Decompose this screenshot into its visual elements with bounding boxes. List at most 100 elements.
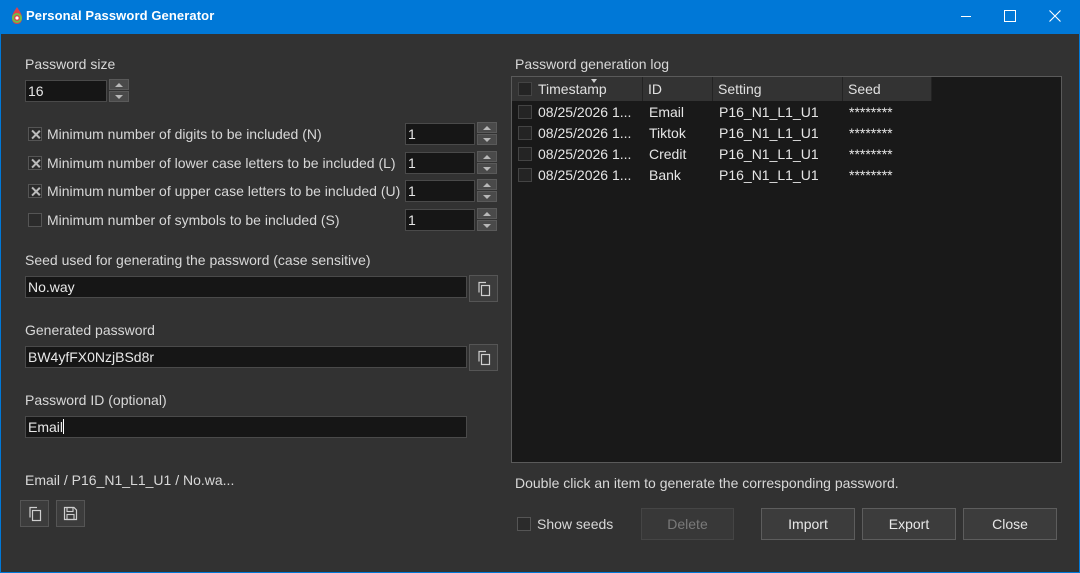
table-header: Timestamp ID Setting Seed [512, 77, 932, 101]
arrow-down-icon [483, 137, 491, 142]
column-header-setting[interactable]: Setting [713, 77, 843, 101]
arrow-down-icon [483, 194, 491, 199]
timestamp-cell: 08/25/2026 1... [538, 146, 632, 162]
copy-icon [28, 506, 41, 521]
title-bar[interactable]: Personal Password Generator [0, 0, 1080, 34]
window-close-button[interactable] [1032, 0, 1078, 32]
decrement-button[interactable] [477, 163, 497, 174]
decrement-button[interactable] [109, 91, 129, 102]
app-logo-icon [12, 7, 22, 24]
setting-cell: P16_N1_L1_U1 [719, 104, 819, 120]
import-button[interactable]: Import [761, 508, 855, 540]
decrement-button[interactable] [477, 134, 497, 145]
increment-button[interactable] [477, 151, 497, 162]
copy-seed-button[interactable] [469, 275, 498, 302]
setting-cell: P16_N1_L1_U1 [719, 167, 819, 183]
copy-password-button[interactable] [469, 344, 498, 371]
window-title: Personal Password Generator [26, 8, 215, 23]
increment-button[interactable] [109, 79, 129, 90]
arrow-up-icon [483, 154, 491, 159]
arrow-down-icon [483, 166, 491, 171]
symbols-input[interactable]: 1 [405, 209, 475, 231]
symbols-stepper[interactable] [477, 208, 497, 231]
id-cell: Bank [649, 167, 681, 183]
save-icon [63, 506, 78, 521]
maximize-icon [1004, 10, 1016, 22]
lowercase-checkbox[interactable] [28, 156, 42, 170]
timestamp-cell: 08/25/2026 1... [538, 104, 632, 120]
copy-icon [477, 350, 490, 365]
decrement-button[interactable] [477, 220, 497, 231]
password-id-input[interactable]: Email [25, 416, 467, 438]
lowercase-label: Minimum number of lower case letters to … [47, 155, 396, 171]
timestamp-cell: 08/25/2026 1... [538, 125, 632, 141]
password-log-table[interactable]: Timestamp ID Setting Seed 08/25/2026 1..… [511, 76, 1062, 463]
row-checkbox[interactable] [518, 105, 532, 119]
table-row[interactable]: 08/25/2026 1... Bank P16_N1_L1_U1 ******… [512, 165, 1061, 186]
arrow-up-icon [115, 82, 123, 87]
uppercase-input[interactable]: 1 [405, 180, 475, 202]
seed-cell: ******** [849, 146, 893, 162]
digits-label: Minimum number of digits to be included … [47, 126, 322, 142]
password-size-stepper[interactable] [109, 79, 129, 102]
minimize-icon [961, 16, 971, 17]
save-button[interactable] [56, 500, 85, 527]
uppercase-stepper[interactable] [477, 179, 497, 202]
export-button[interactable]: Export [862, 508, 956, 540]
setting-cell: P16_N1_L1_U1 [719, 146, 819, 162]
close-icon [1049, 10, 1061, 22]
seed-cell: ******** [849, 167, 893, 183]
seed-cell: ******** [849, 104, 893, 120]
digits-stepper[interactable] [477, 122, 497, 145]
log-label: Password generation log [515, 56, 670, 72]
generated-password-field[interactable]: BW4yfFX0NzjBSd8r [25, 346, 467, 368]
sort-arrow-icon [591, 79, 597, 83]
show-seeds-label: Show seeds [537, 516, 614, 532]
delete-button[interactable]: Delete [641, 508, 734, 540]
close-button[interactable]: Close [963, 508, 1057, 540]
increment-button[interactable] [477, 208, 497, 219]
uppercase-label: Minimum number of upper case letters to … [47, 183, 401, 199]
symbols-checkbox[interactable] [28, 213, 42, 227]
increment-button[interactable] [477, 179, 497, 190]
password-id-label: Password ID (optional) [25, 392, 167, 408]
timestamp-cell: 08/25/2026 1... [538, 167, 632, 183]
seed-cell: ******** [849, 125, 893, 141]
lowercase-stepper[interactable] [477, 151, 497, 174]
copy-icon [477, 281, 490, 296]
seed-label: Seed used for generating the password (c… [25, 252, 371, 268]
table-row[interactable]: 08/25/2026 1... Credit P16_N1_L1_U1 ****… [512, 144, 1061, 165]
password-id-value: Email [28, 419, 64, 435]
seed-input[interactable]: No.way [25, 276, 467, 298]
column-header-id[interactable]: ID [643, 77, 713, 101]
maximize-button[interactable] [987, 0, 1033, 32]
summary-text: Email / P16_N1_L1_U1 / No.wa... [25, 472, 235, 488]
digits-input[interactable]: 1 [405, 123, 475, 145]
main-window: Password size 16 Minimum number of digit… [1, 34, 1079, 572]
text-cursor [63, 419, 65, 434]
arrow-up-icon [483, 182, 491, 187]
row-checkbox[interactable] [518, 147, 532, 161]
password-size-label: Password size [25, 56, 116, 72]
select-all-checkbox[interactable] [518, 82, 532, 96]
arrow-down-icon [115, 94, 123, 99]
uppercase-checkbox[interactable] [28, 184, 42, 198]
column-header-seed[interactable]: Seed [843, 77, 932, 101]
column-header-timestamp[interactable]: Timestamp [533, 77, 643, 101]
arrow-up-icon [483, 211, 491, 216]
decrement-button[interactable] [477, 191, 497, 202]
increment-button[interactable] [477, 122, 497, 133]
log-hint: Double click an item to generate the cor… [515, 475, 899, 491]
row-checkbox[interactable] [518, 168, 532, 182]
row-checkbox[interactable] [518, 126, 532, 140]
lowercase-input[interactable]: 1 [405, 152, 475, 174]
column-header-label: Timestamp [538, 81, 607, 97]
table-row[interactable]: 08/25/2026 1... Email P16_N1_L1_U1 *****… [512, 102, 1061, 123]
password-size-input[interactable]: 16 [25, 80, 107, 102]
setting-cell: P16_N1_L1_U1 [719, 125, 819, 141]
minimize-button[interactable] [943, 0, 989, 32]
table-row[interactable]: 08/25/2026 1... Tiktok P16_N1_L1_U1 ****… [512, 123, 1061, 144]
digits-checkbox[interactable] [28, 127, 42, 141]
copy-summary-button[interactable] [20, 500, 49, 527]
show-seeds-checkbox[interactable] [517, 517, 531, 531]
